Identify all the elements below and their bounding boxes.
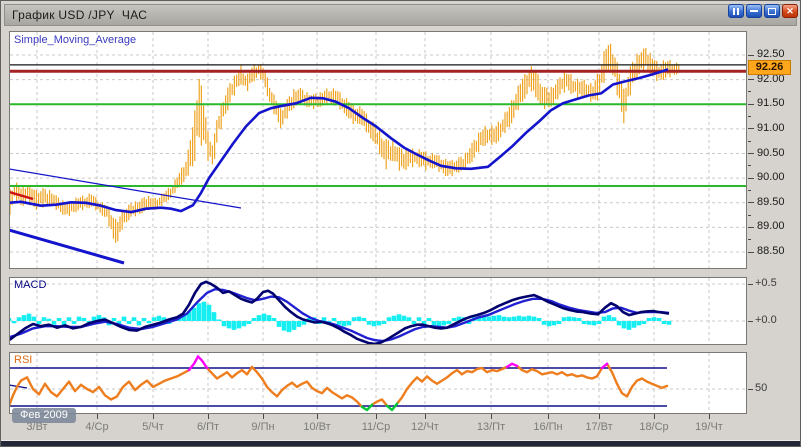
x-axis-label: 9/Пн [251, 421, 274, 433]
macd-tick [748, 284, 753, 285]
month-badge: Фев 2009 [12, 408, 76, 423]
pause-button[interactable] [728, 4, 744, 18]
price-minor-tick [748, 165, 751, 166]
x-axis-tick [317, 414, 318, 419]
x-axis-tick [709, 414, 710, 419]
price-tick [748, 55, 754, 56]
x-axis-tick [263, 414, 264, 419]
sma-indicator-label: Simple_Moving_Average [14, 34, 136, 46]
x-axis-label: 17/Вт [585, 421, 612, 433]
price-minor-tick [748, 91, 751, 92]
price-tick [748, 202, 754, 203]
minimize-icon [750, 10, 758, 12]
x-axis-tick [425, 414, 426, 419]
maximize-button[interactable] [764, 4, 780, 18]
title-bar[interactable]: График USD /JPY ЧАС [4, 4, 797, 26]
price-tick [748, 153, 754, 154]
price-chart[interactable] [9, 31, 747, 269]
x-axis-tick [208, 414, 209, 419]
x-axis-label: 12/Чт [411, 421, 439, 433]
price-axis-label: 91.00 [757, 122, 785, 134]
window-buttons: ✕ [728, 4, 798, 18]
x-axis-label: 5/Чт [142, 421, 164, 433]
window-bottom-edge [1, 440, 800, 446]
rsi-chart[interactable] [9, 352, 747, 414]
pause-icon [733, 8, 735, 15]
price-bg [10, 32, 747, 269]
macd-bg [10, 278, 747, 345]
x-axis-tick [599, 414, 600, 419]
price-axis-label: 88.50 [757, 245, 785, 257]
price-axis-label: 89.00 [757, 220, 785, 232]
price-tick [748, 178, 754, 179]
price-tick [748, 128, 754, 129]
rsi-axis-label: 50 [755, 382, 767, 394]
price-axis-label: 90.50 [757, 147, 785, 159]
price-axis-label: 92.50 [757, 48, 785, 60]
x-axis-tick [491, 414, 492, 419]
x-axis-label: 19/Чт [695, 421, 723, 433]
x-axis-label: 13/Пт [477, 421, 505, 433]
macd-indicator-label: MACD [14, 279, 46, 291]
price-tick [748, 79, 754, 80]
x-axis-tick [97, 414, 98, 419]
price-minor-tick [748, 190, 751, 191]
x-axis-label: 10/Вт [303, 421, 330, 433]
x-axis-tick [548, 414, 549, 419]
rsi-indicator-label: RSI [14, 354, 32, 366]
close-icon: ✕ [786, 7, 794, 16]
x-axis-label: 4/Ср [85, 421, 108, 433]
price-minor-tick [748, 116, 751, 117]
price-minor-tick [748, 239, 751, 240]
current-price-tag: 92.26 [748, 60, 791, 75]
rsi-tick [748, 389, 753, 390]
price-tick [748, 104, 754, 105]
x-axis-label: 16/Пн [533, 421, 562, 433]
x-axis-tick [153, 414, 154, 419]
price-tick [748, 252, 754, 253]
price-axis-label: 91.50 [757, 97, 785, 109]
price-axis-label: 89.50 [757, 196, 785, 208]
price-minor-tick [748, 141, 751, 142]
x-axis-label: 18/Ср [639, 421, 668, 433]
x-axis-label: 6/Пт [197, 421, 219, 433]
macd-chart[interactable] [9, 277, 747, 345]
x-axis-tick [376, 414, 377, 419]
macd-axis-label: +0.5 [755, 277, 777, 289]
x-axis-label: 11/Ср [362, 421, 391, 433]
maximize-icon [768, 8, 776, 15]
x-axis-tick [654, 414, 655, 419]
close-button[interactable]: ✕ [782, 4, 798, 18]
window-title: График USD /JPY ЧАС [5, 8, 147, 22]
minimize-button[interactable] [746, 4, 762, 18]
macd-axis-label: +0.0 [755, 314, 777, 326]
chart-window: График USD /JPY ЧАС ✕ Simple_Moving_Aver… [0, 0, 801, 447]
price-axis-label: 90.00 [757, 171, 785, 183]
price-tick [748, 227, 754, 228]
price-minor-tick [748, 215, 751, 216]
macd-tick [748, 321, 753, 322]
